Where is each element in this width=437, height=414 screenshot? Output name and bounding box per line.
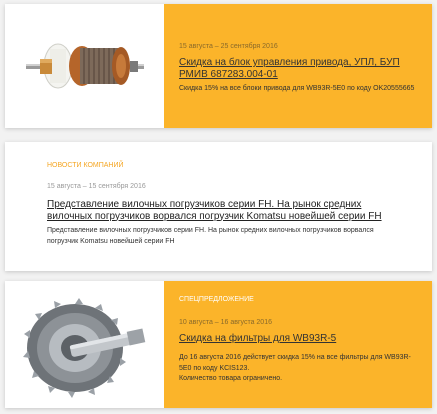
card-category: СПЕЦПРЕДЛОЖЕНИЕ	[179, 296, 254, 303]
bevel-gear-icon	[22, 297, 145, 398]
card-text-pane: СПЕЦПРЕДЛОЖЕНИЕ 10 августа – 16 августа …	[164, 281, 432, 408]
card-description-line: Представление вилочных погрузчиков серии…	[47, 227, 374, 245]
card-description-line: Количество товара ограничено.	[179, 375, 283, 382]
card-category: НОВОСТИ КОМПАНИЙ	[47, 162, 124, 169]
card-date: 15 августа – 25 сентября 2016	[179, 43, 278, 50]
card-text-pane: 15 августа – 25 сентября 2016 Скидка на …	[164, 4, 432, 128]
card-description-line: До 16 августа 2016 действует скидка 15% …	[179, 354, 411, 372]
card-title-link[interactable]: Представление вилочных погрузчиков серии…	[47, 199, 382, 222]
card-title-link[interactable]: Скидка на фильтры для WB93R-5	[179, 333, 420, 345]
card-text-pane: НОВОСТИ КОМПАНИЙ 15 августа – 15 сентябр…	[5, 142, 432, 271]
card-description-line: Скидка 15% на все блоки привода для WB93…	[179, 85, 415, 92]
news-card-3[interactable]: СПЕЦПРЕДЛОЖЕНИЕ 10 августа – 16 августа …	[5, 281, 432, 408]
card-date: 10 августа – 16 августа 2016	[179, 319, 272, 326]
card-title-link[interactable]: Скидка на блок управления привода, УПЛ, …	[179, 57, 420, 80]
card-description: Представление вилочных погрузчиков серии…	[47, 226, 382, 247]
card-description: Скидка 15% на все блоки привода для WB93…	[179, 84, 420, 95]
news-card-2[interactable]: НОВОСТИ КОМПАНИЙ 15 августа – 15 сентябр…	[5, 142, 432, 271]
card-image-pane	[5, 281, 164, 408]
news-card-1[interactable]: 15 августа – 25 сентября 2016 Скидка на …	[5, 4, 432, 128]
card-description: До 16 августа 2016 действует скидка 15% …	[179, 353, 420, 385]
card-date: 15 августа – 15 сентября 2016	[47, 183, 146, 190]
armature-motor-icon	[25, 43, 144, 89]
card-image-pane	[5, 4, 164, 128]
